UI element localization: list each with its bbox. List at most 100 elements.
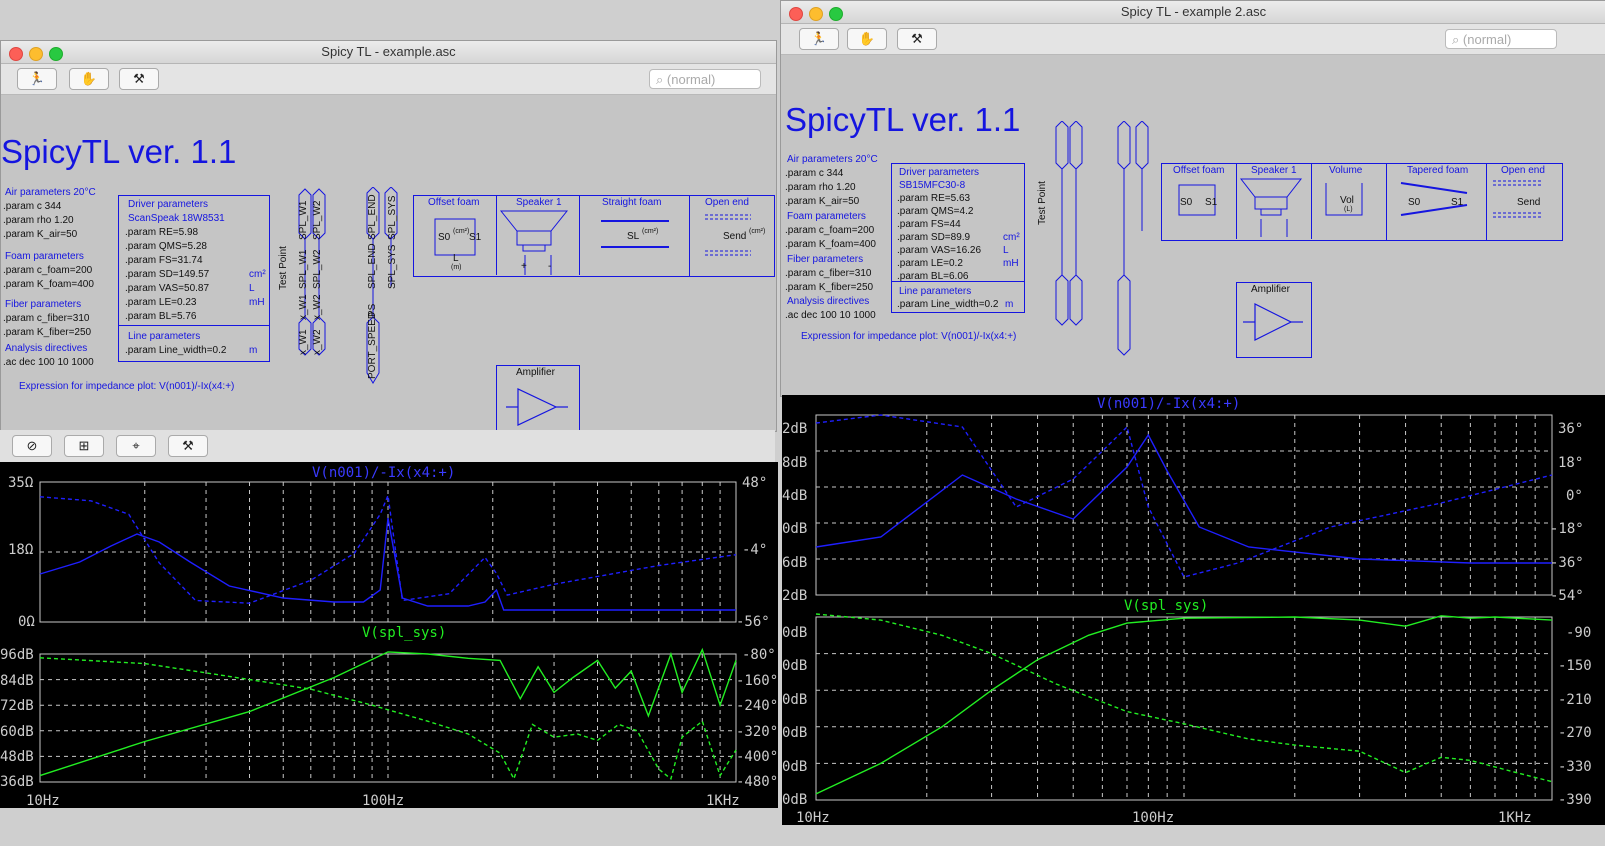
zoom-off-button[interactable]: ⊘	[12, 435, 52, 457]
probe-icon: ⚒	[911, 31, 923, 46]
probe-button[interactable]: ⚒	[168, 435, 208, 457]
minimize-button[interactable]	[29, 47, 43, 61]
schematic-canvas[interactable]: SpicyTL ver. 1.1 Air parameters 20°C .pa…	[1, 95, 776, 431]
driver-line: .param VAS=16.26	[897, 245, 982, 256]
plot-svg	[39, 481, 737, 783]
cursor-icon: ⌖	[132, 438, 140, 453]
plot-panel-1[interactable]: V(n001)/-Ix(x4:+) 35Ω 18Ω 0Ω 48° -4° -56…	[0, 462, 778, 808]
send-label: Send	[723, 231, 747, 242]
driver-line: .param BL=6.06	[897, 271, 969, 282]
sl-label: SL	[627, 231, 640, 242]
fiber-line: .param K_fiber=250	[3, 327, 92, 338]
block-symbols	[1178, 178, 1541, 237]
window-example-2: Spicy TL - example 2.asc 🏃 ✋ ⚒ ⌕ (normal…	[780, 0, 1605, 397]
plot-panel-2[interactable]: V(n001)/-Ix(x4:+) 2dB 8dB 4dB 0dB 6dB 2d…	[782, 395, 1605, 825]
window-titlebar[interactable]: Spicy TL - example.asc	[1, 41, 776, 64]
plus-label: +	[521, 261, 527, 272]
amplifier-icon	[1243, 303, 1303, 341]
vol-unit: (L)	[1344, 206, 1353, 213]
hand-button[interactable]: ✋	[69, 68, 109, 90]
close-button[interactable]	[789, 7, 803, 21]
foam-header: Foam parameters	[787, 211, 866, 222]
line-width-param: .param Line_width=0.2	[125, 345, 227, 356]
run-button[interactable]: 🏃	[799, 28, 839, 50]
s0-label: S0	[438, 232, 451, 243]
unit-label: mH	[1003, 258, 1019, 269]
analysis-header: Analysis directives	[5, 343, 88, 354]
fit-button[interactable]: ⊞	[64, 435, 104, 457]
fiber-line: .param K_fiber=250	[785, 282, 874, 293]
hand-icon: ✋	[80, 71, 98, 86]
cursor-button[interactable]: ⌖	[116, 435, 156, 457]
amplifier-label: Amplifier	[1251, 284, 1290, 295]
net-label: SPL_SYS	[387, 244, 398, 289]
driver-line: .param LE=0.23	[125, 297, 197, 308]
line-header: Line parameters	[899, 286, 972, 297]
search-input[interactable]: ⌕ (normal)	[1445, 29, 1557, 49]
app-title: SpicyTL ver. 1.1	[1, 133, 237, 170]
search-input[interactable]: ⌕ (normal)	[649, 69, 761, 89]
unit-label: L	[249, 283, 255, 294]
close-button[interactable]	[9, 47, 23, 61]
air-line: .param rho 1.20	[785, 182, 856, 193]
driver-line: .param BL=5.76	[125, 311, 197, 322]
air-line: .param K_air=50	[785, 196, 860, 207]
net-label: x_W1	[298, 294, 309, 320]
hand-icon: ✋	[858, 31, 876, 46]
analysis-header: Analysis directives	[787, 296, 870, 307]
toolbar: 🏃 ✋ ⚒ ⌕ (normal)	[1, 64, 776, 95]
s1-label: S1	[1451, 197, 1464, 208]
minimize-button[interactable]	[809, 7, 823, 21]
s1-label: S1	[1205, 197, 1218, 208]
net-label: x_W2	[312, 329, 323, 355]
line-width-param: .param Line_width=0.2	[897, 299, 999, 310]
driver-header: Driver parameters	[128, 199, 209, 210]
air-line: .param c 344	[785, 168, 844, 179]
driver-line: .param SD=149.57	[125, 269, 210, 280]
driver-line: .param QMS=4.2	[897, 206, 974, 217]
minus-label: -	[548, 261, 552, 272]
window-title: Spicy TL - example 2.asc	[1120, 4, 1267, 19]
unit-label: (cm²)	[749, 228, 766, 235]
zoom-button[interactable]	[829, 7, 843, 21]
window-example: Spicy TL - example.asc 🏃 ✋ ⚒ ⌕ (normal) …	[0, 40, 777, 432]
fit-icon: ⊞	[78, 438, 90, 453]
test-point-label: Test Point	[1037, 181, 1048, 225]
fiber-header: Fiber parameters	[5, 299, 82, 310]
probe-icon: ⚒	[133, 71, 145, 86]
s1-label: S1	[469, 232, 482, 243]
foam-header: Foam parameters	[5, 251, 84, 262]
unit-label: (cm²)	[453, 228, 470, 235]
unit-label: cm²	[249, 269, 266, 280]
air-header: Air parameters 20°C	[5, 187, 96, 198]
search-placeholder: (normal)	[1462, 32, 1512, 47]
hand-button[interactable]: ✋	[847, 28, 887, 50]
run-icon: 🏃	[28, 71, 46, 86]
block-symbols	[434, 210, 751, 275]
unit-label: m	[1005, 299, 1014, 310]
driver-line: .param SD=89.9	[897, 232, 971, 243]
net-label: x_W1	[298, 329, 309, 355]
unit-label: mH	[249, 297, 265, 308]
line-header: Line parameters	[128, 331, 201, 342]
probe-button[interactable]: ⚒	[897, 28, 937, 50]
schematic-canvas[interactable]: SpicyTL ver. 1.1 Air parameters 20°C .pa…	[781, 55, 1605, 396]
probe-button[interactable]: ⚒	[119, 68, 159, 90]
run-button[interactable]: 🏃	[17, 68, 57, 90]
driver-name: SB15MFC30-8	[899, 180, 966, 191]
window-titlebar[interactable]: Spicy TL - example 2.asc	[781, 1, 1605, 24]
net-label: x_W2	[312, 294, 323, 320]
search-icon: ⌕	[1452, 32, 1463, 47]
net-label: SPL_END	[367, 243, 378, 289]
zoom-button[interactable]	[49, 47, 63, 61]
test-point-label: Test Point	[278, 246, 289, 290]
unit-label: cm²	[1003, 232, 1020, 243]
net-label: SPL_SYS	[387, 195, 398, 240]
foam-line: .param c_foam=200	[3, 265, 93, 276]
impedance-expression: Expression for impedance plot: V(n001)/-…	[19, 381, 235, 392]
vol-label: Vol	[1340, 195, 1354, 206]
driver-name: ScanSpeak 18W8531	[128, 213, 225, 224]
length-label: L	[453, 253, 459, 264]
unit-label: (cm²)	[642, 228, 659, 235]
air-line: .param c 344	[3, 201, 62, 212]
